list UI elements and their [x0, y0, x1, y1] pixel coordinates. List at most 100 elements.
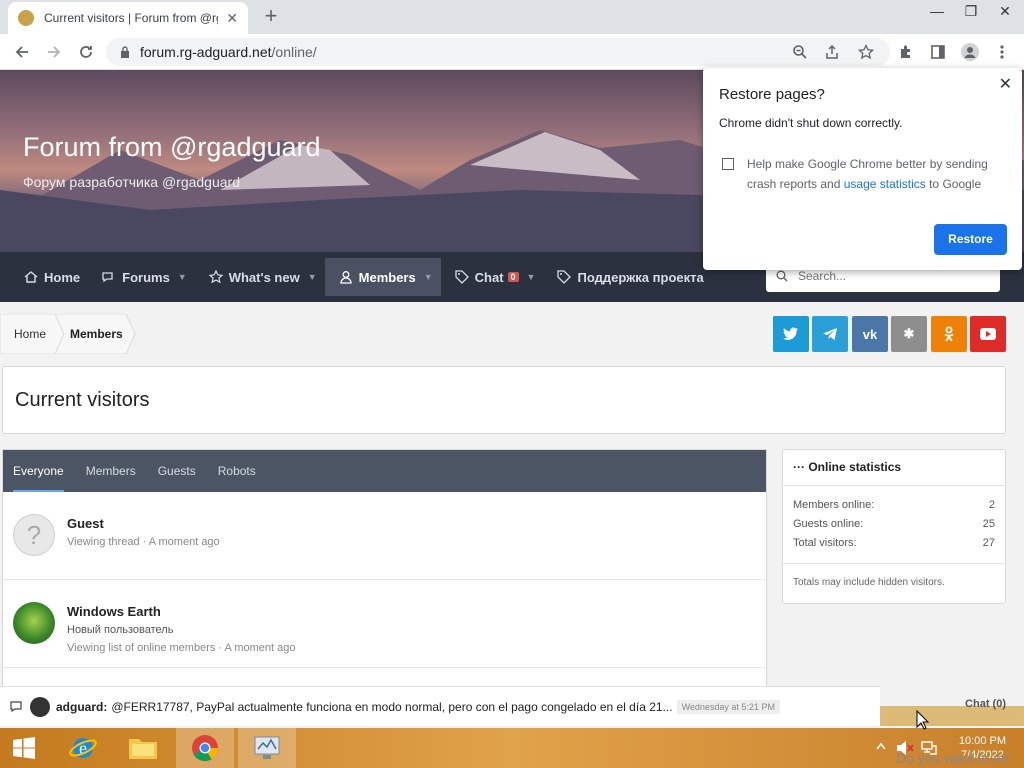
twitter-icon: [783, 327, 798, 340]
mouse-cursor-icon: [916, 710, 930, 730]
twitter-button[interactable]: [773, 316, 809, 352]
nav-whats-new-label: What's new: [228, 269, 300, 285]
windows-taskbar: e 10:00 PM 7/4/2022: [0, 728, 1024, 768]
tag-icon: [454, 270, 469, 284]
internet-explorer-taskbar-button[interactable]: e: [54, 728, 112, 768]
nav-home-label: Home: [44, 269, 81, 285]
breadcrumb-home[interactable]: Home: [14, 314, 46, 354]
chevron-down-icon[interactable]: ▼: [527, 272, 536, 282]
dialog-message: Chrome didn't shut down correctly.: [719, 116, 903, 130]
file-explorer-taskbar-button[interactable]: [114, 728, 172, 768]
youtube-icon: [980, 328, 996, 340]
nav-home[interactable]: Home: [10, 258, 88, 296]
comments-icon: [102, 272, 113, 283]
dialog-title: Restore pages?: [719, 86, 825, 103]
youtube-button[interactable]: [970, 316, 1006, 352]
close-window-button[interactable]: ✕: [988, 0, 1022, 24]
breadcrumb-members[interactable]: Members: [70, 314, 123, 354]
nav-chat[interactable]: Chat 0 ▼: [441, 258, 544, 296]
chevron-down-icon[interactable]: ▼: [178, 272, 187, 282]
stat-value: 2: [988, 499, 995, 511]
search-input[interactable]: [798, 269, 978, 283]
visitor-activity: Viewing list of online members · A momen…: [67, 642, 296, 654]
chrome-taskbar-button[interactable]: [176, 728, 234, 768]
nav-support-project[interactable]: Поддержка проекта: [543, 258, 711, 296]
profile-avatar-icon[interactable]: [956, 38, 984, 66]
address-bar[interactable]: forum.rg-adguard.net/online/: [106, 38, 890, 66]
stat-label: Members online:: [793, 499, 875, 511]
telegram-button[interactable]: [812, 316, 848, 352]
tray-expand-icon[interactable]: [876, 742, 886, 750]
side-panel-icon[interactable]: [924, 38, 952, 66]
stat-row-guests: Guests online: 25: [783, 515, 1005, 534]
windows-logo-icon: [13, 737, 35, 759]
chat-message: @FERR17787, PayPal actualmente funciona …: [111, 699, 673, 714]
stat-value: 25: [982, 518, 995, 530]
nav-whats-new[interactable]: What's new ▼: [195, 258, 325, 296]
crash-reports-checkbox[interactable]: [722, 158, 734, 170]
search-icon: [776, 270, 788, 282]
usage-statistics-link[interactable]: usage statistics: [844, 177, 926, 191]
star-icon: [208, 270, 223, 284]
tab-members[interactable]: Members: [86, 450, 136, 492]
extensions-icon[interactable]: [892, 38, 920, 66]
reload-button[interactable]: [72, 38, 100, 66]
nav-members-label: Members: [358, 269, 416, 285]
zoom-icon[interactable]: [786, 38, 814, 66]
lock-icon: [120, 46, 130, 58]
url-path: /online/: [271, 44, 317, 60]
start-button[interactable]: [0, 728, 48, 768]
menu-kebab-icon[interactable]: [988, 38, 1016, 66]
checkbox-text-end: to Google: [925, 177, 982, 191]
restore-window-button[interactable]: ❐: [954, 0, 988, 24]
odnoklassniki-button[interactable]: [931, 316, 967, 352]
visitor-name[interactable]: Windows Earth: [67, 604, 161, 619]
telegram-icon: [823, 328, 837, 340]
chevron-down-icon[interactable]: ▼: [424, 272, 433, 282]
new-tab-button[interactable]: +: [258, 4, 284, 30]
stat-row-members: Members online: 2: [783, 496, 1005, 515]
forward-button[interactable]: [40, 38, 68, 66]
bookmark-star-icon[interactable]: [852, 38, 880, 66]
nav-forums[interactable]: Forums ▼: [88, 258, 195, 296]
stat-label: Total visitors:: [793, 537, 857, 549]
list-item: Windows Earth Новый пользователь Viewing…: [3, 580, 766, 668]
restore-button[interactable]: Restore: [934, 224, 1007, 255]
asterisk-link-button[interactable]: ✱: [891, 316, 927, 352]
vk-button[interactable]: vk: [852, 316, 888, 352]
online-statistics-panel: ··· Online statistics Members online: 2 G…: [782, 449, 1006, 604]
monitor-icon: [254, 736, 280, 759]
chevron-down-icon[interactable]: ▼: [308, 272, 317, 282]
tab-everyone[interactable]: Everyone: [13, 450, 64, 492]
chat-toggle[interactable]: Chat (0): [880, 698, 1024, 726]
chat-ticker-bar[interactable]: adguard: @FERR17787, PayPal actualmente …: [0, 686, 880, 726]
chat-tab-label[interactable]: Chat (0): [965, 698, 1006, 710]
chat-timestamp: Wednesday at 5:21 PM: [676, 699, 780, 714]
monitor-app-taskbar-button[interactable]: [238, 728, 296, 768]
minimize-button[interactable]: —: [920, 0, 954, 24]
home-icon: [24, 271, 38, 283]
nav-members[interactable]: Members ▼: [324, 258, 441, 296]
avatar: [30, 696, 50, 717]
tab-robots[interactable]: Robots: [218, 450, 256, 492]
visitor-activity: Viewing thread · A moment ago: [67, 536, 220, 548]
guest-avatar: ?: [13, 514, 55, 556]
stat-value: 27: [982, 537, 995, 549]
visitor-name: Guest: [67, 516, 104, 531]
back-button[interactable]: [8, 38, 36, 66]
share-icon[interactable]: [818, 38, 846, 66]
tab-guests[interactable]: Guests: [158, 450, 196, 492]
close-icon[interactable]: ✕: [999, 74, 1012, 94]
folder-icon: [129, 739, 157, 759]
avatar[interactable]: [13, 602, 55, 644]
stats-heading: Online statistics: [808, 460, 902, 474]
chrome-icon: [192, 735, 219, 762]
stats-note: Totals may include hidden visitors.: [793, 577, 945, 588]
forum-title[interactable]: Forum from @rgadguard: [23, 132, 321, 163]
tag-icon: [557, 270, 572, 284]
visitor-role: Новый пользователь: [67, 624, 174, 636]
browser-tab[interactable]: Current visitors | Forum from @rg ✕: [8, 2, 248, 34]
close-tab-icon[interactable]: ✕: [226, 10, 238, 27]
url-host: forum.rg-adguard.net: [140, 44, 272, 60]
chat-username[interactable]: adguard:: [56, 700, 107, 714]
